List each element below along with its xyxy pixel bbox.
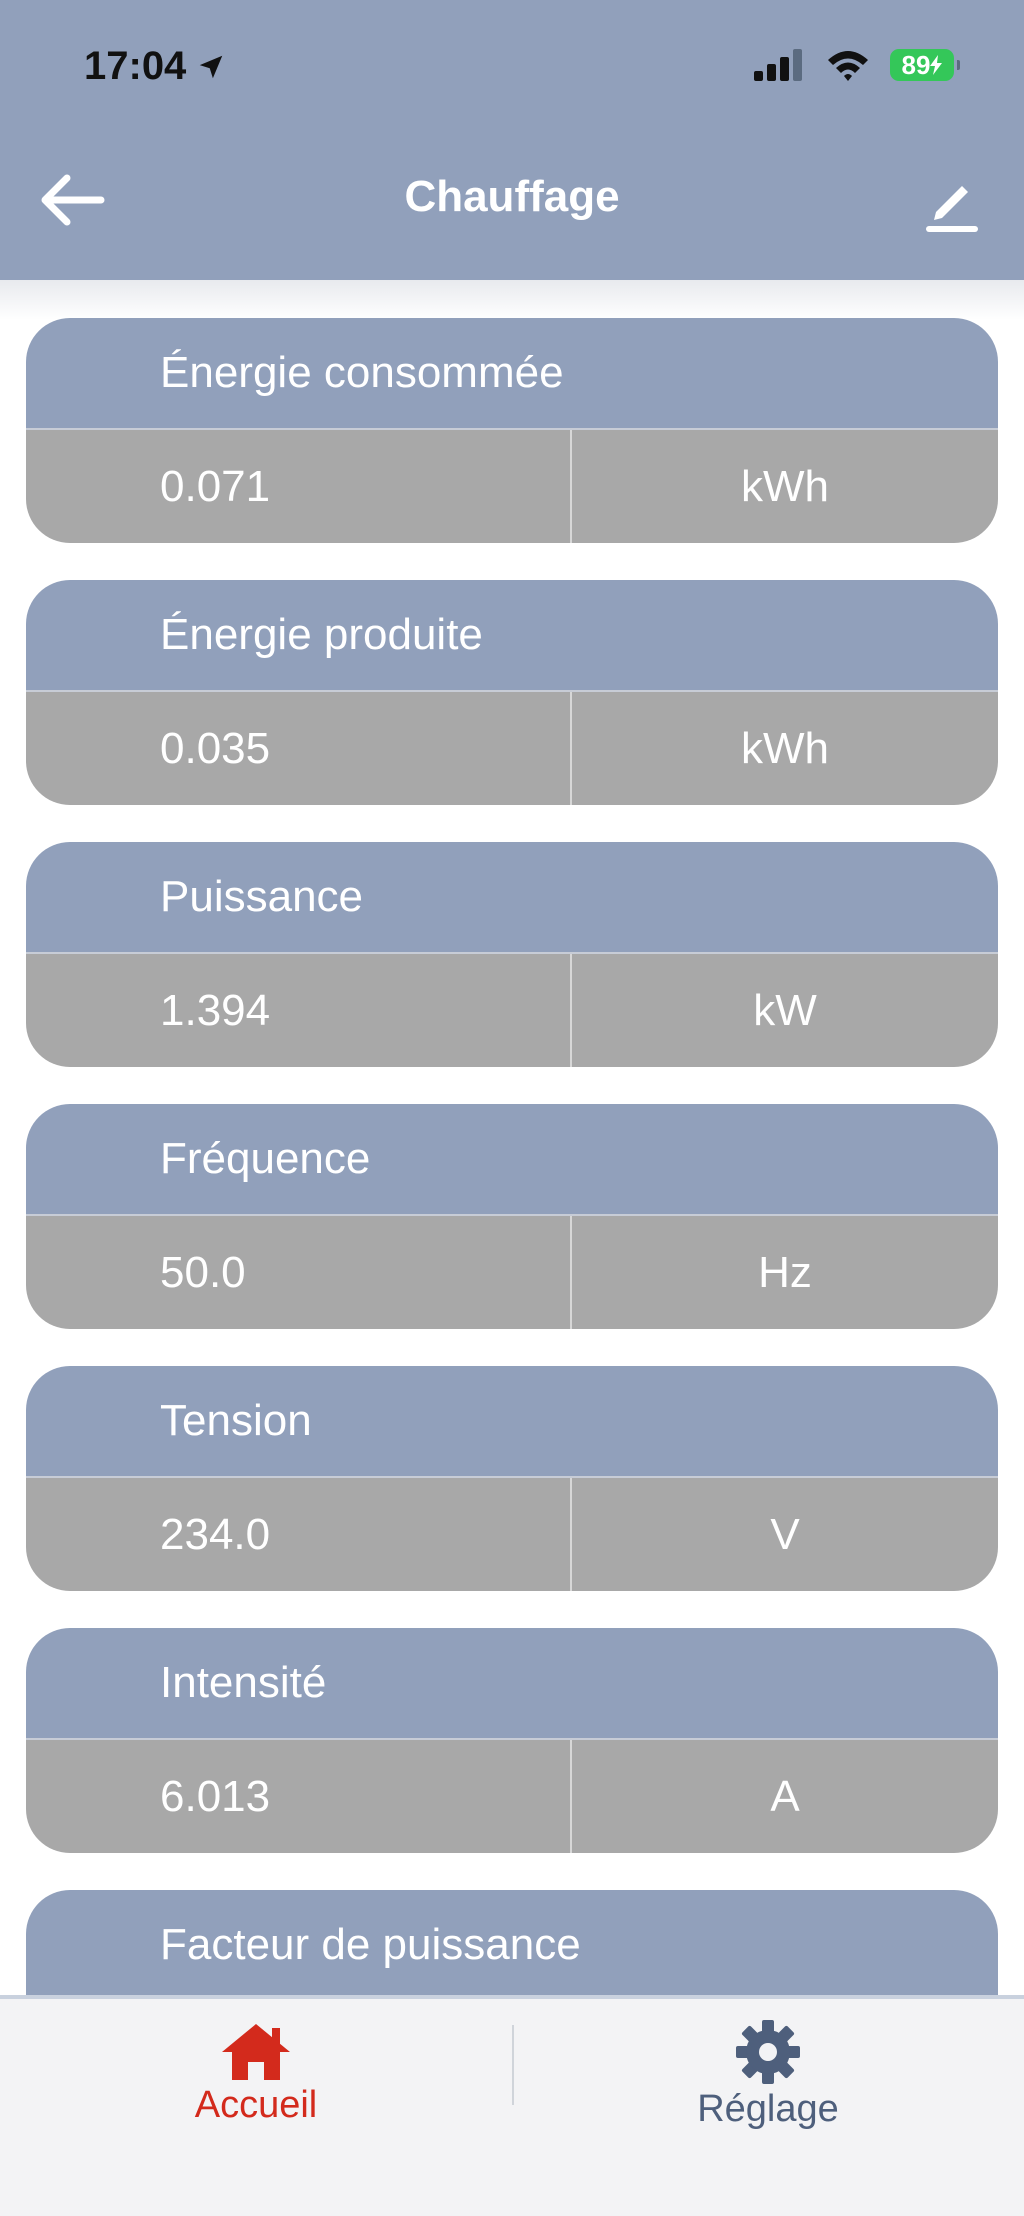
gear-icon <box>736 2019 800 2084</box>
metric-row: 234.0 V <box>26 1478 998 1591</box>
metric-card-energy-produced: Énergie produite 0.035 kWh <box>26 580 998 805</box>
metric-unit: kWh <box>741 461 829 511</box>
status-indicators: 89 <box>754 48 960 82</box>
metric-card-power: Puissance 1.394 kW <box>26 842 998 1067</box>
home-icon <box>222 2023 290 2080</box>
battery-indicator: 89 <box>890 49 960 81</box>
metric-value: 50.0 <box>26 1216 572 1329</box>
metric-row: 0.071 kWh <box>26 430 998 543</box>
metric-row: 6.013 A <box>26 1740 998 1853</box>
metric-label: Intensité <box>26 1628 998 1740</box>
metric-row: 0.035 kWh <box>26 692 998 805</box>
metric-value: 234.0 <box>26 1478 572 1591</box>
wifi-icon <box>828 51 868 81</box>
status-time-text: 17:04 <box>84 44 187 88</box>
header: 17:04 89 Chauffage <box>0 0 1024 280</box>
edit-button[interactable] <box>916 168 988 240</box>
page-title: Chauffage <box>404 172 620 221</box>
battery-level: 89 <box>901 49 931 80</box>
metric-card-energy-consumed: Énergie consommée 0.071 kWh <box>26 318 998 543</box>
status-time: 17:04 <box>84 44 226 89</box>
metric-label: Tension <box>26 1366 998 1478</box>
metric-card-current: Intensité 6.013 A <box>26 1628 998 1853</box>
metric-unit: V <box>770 1509 800 1559</box>
metric-card-power-factor: Facteur de puissance <box>26 1890 998 1995</box>
metric-label: Énergie produite <box>26 580 998 692</box>
tab-divider <box>512 2025 514 2105</box>
metric-label: Énergie consommée <box>26 318 998 430</box>
metric-value: 1.394 <box>26 954 572 1067</box>
metric-row: 50.0 Hz <box>26 1216 998 1329</box>
metric-unit: Hz <box>758 1247 812 1297</box>
tab-home[interactable]: Accueil <box>106 2009 406 2139</box>
tab-bar: Accueil Réglage <box>0 1995 1024 2216</box>
charging-bolt-icon <box>930 55 943 75</box>
tab-settings[interactable]: Réglage <box>618 2009 918 2139</box>
metric-value: 0.035 <box>26 692 572 805</box>
pencil-icon <box>926 186 978 232</box>
metric-row: 1.394 kW <box>26 954 998 1067</box>
metric-card-voltage: Tension 234.0 V <box>26 1366 998 1591</box>
metric-label: Fréquence <box>26 1104 998 1216</box>
metric-value: 0.071 <box>26 430 572 543</box>
location-arrow-icon <box>200 55 223 78</box>
metrics-list[interactable]: Énergie consommée 0.071 kWh Énergie prod… <box>0 280 1024 1995</box>
metric-label: Puissance <box>26 842 998 954</box>
tab-home-label: Accueil <box>194 2083 318 2126</box>
metric-unit: A <box>770 1771 800 1821</box>
metric-card-frequency: Fréquence 50.0 Hz <box>26 1104 998 1329</box>
tab-settings-label: Réglage <box>697 2087 839 2130</box>
metric-unit: kW <box>753 985 817 1035</box>
metric-label: Facteur de puissance <box>26 1890 998 1995</box>
metric-unit: kWh <box>741 723 829 773</box>
cellular-signal-icon <box>754 49 802 81</box>
metric-value: 6.013 <box>26 1740 572 1853</box>
